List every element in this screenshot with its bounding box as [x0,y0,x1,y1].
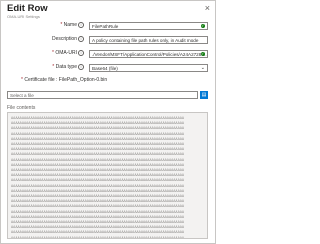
browse-button[interactable]: ▤ [200,91,208,99]
file-content-line: AAAAAAAAAAAAAAAAAAAAAAAAAAAAAAAAAAAAAAAA… [11,152,185,157]
required-marker: * [52,64,55,70]
file-content-line: AAAAAAAAAAAAAAAAAAAAAAAAAAAAAAAAAAAAAAAA… [11,235,185,239]
panel-header: Edit Row OMA-URI Settings [7,3,48,19]
file-selector: Select a file ▤ [7,91,208,99]
description-row: Description i A policy containing file pa… [1,35,215,44]
name-row: * Name i FilePathRule ✓ [1,21,215,30]
data-type-select[interactable]: Base64 (file) ⌄ [89,63,208,72]
description-field[interactable]: A policy containing file path rules only… [89,35,208,44]
oma-uri-label: * OMA-URI i [52,49,84,58]
file-contents-area[interactable]: AAAAAAAAAAAAAAAAAAAAAAAAAAAAAAAAAAAAAAAA… [7,112,208,239]
checkmark-icon: ✓ [200,51,205,57]
required-marker: * [51,50,54,56]
file-input[interactable]: Select a file [7,91,198,99]
certificate-label: * Certificate file : FilePath_Option-0.b… [21,77,108,83]
file-content-line: AAAAAAAAAAAAAAAAAAAAAAAAAAAAAAAAAAAAAAAA… [11,126,185,131]
file-content-line: AAAAAAAAAAAAAAAAAAAAAAAAAAAAAAAAAAAAAAAA… [11,204,185,209]
file-content-line: AAAAAAAAAAAAAAAAAAAAAAAAAAAAAAAAAAAAAAAA… [11,178,185,183]
required-marker: * [21,77,23,83]
oma-uri-row: * OMA-URI i ./Vendor/MSFT/ApplicationCont… [1,49,215,58]
oma-uri-field[interactable]: ./Vendor/MSFT/ApplicationControl/Policie… [89,49,208,58]
name-field[interactable]: FilePathRule ✓ [89,21,208,30]
panel-subtitle: OMA-URI Settings [7,14,40,19]
chevron-down-icon: ⌄ [200,64,205,71]
file-contents-label: File contents [7,105,36,111]
panel-title: Edit Row [7,3,48,14]
data-type-label: * Data type i [52,63,84,72]
checkmark-icon: ✓ [200,23,205,29]
file-content-line: AAAAAAAAAAAAAAAAAAAAAAAAAAAAAAAAAAAAAAAA… [11,230,185,235]
certificate-row: * Certificate file : FilePath_Option-0.b… [1,76,215,85]
data-type-row: * Data type i Base64 (file) ⌄ [1,63,215,72]
description-label: Description i [52,35,84,44]
close-icon[interactable]: × [205,3,210,13]
info-icon[interactable]: i [78,21,84,28]
info-icon[interactable]: i [78,49,84,56]
edit-row-panel: Edit Row OMA-URI Settings × * Name i File… [0,0,216,244]
name-label: * Name i [60,21,84,30]
folder-icon: ▤ [201,92,207,98]
info-icon[interactable]: i [78,35,84,42]
info-icon[interactable]: i [78,63,84,70]
required-marker: * [60,22,63,28]
